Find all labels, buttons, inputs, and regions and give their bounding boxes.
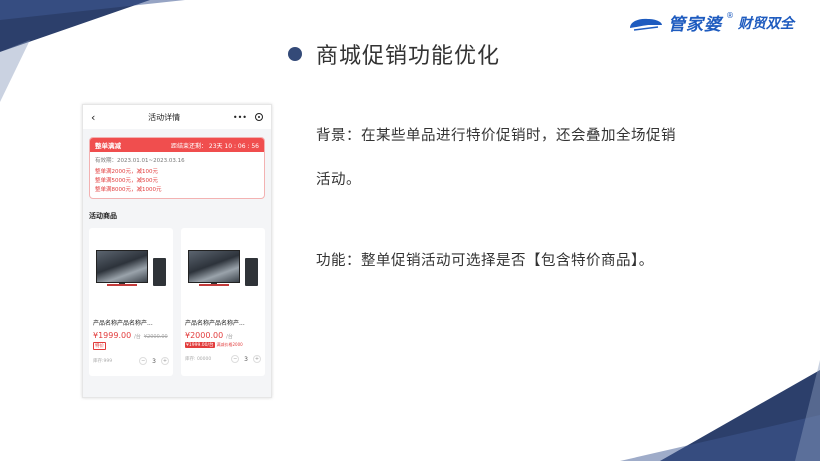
slide-title-row: 商城促销功能优化 bbox=[288, 38, 500, 70]
countdown-value: 23天 10 : 06 : 56 bbox=[208, 142, 259, 150]
bottom-right-decoration bbox=[620, 360, 820, 461]
product-tags: 特价 bbox=[93, 342, 169, 350]
product-price-row: ¥2000.00 /台 bbox=[185, 331, 261, 340]
quantity-value: 3 bbox=[244, 355, 248, 363]
phone-screenshot: ‹ 活动详情 ••• 整单满减 距结束还剩： 23天 10 : 06 : 56 … bbox=[82, 104, 272, 398]
quantity-stepper: − 3 + bbox=[231, 355, 261, 363]
promo-header: 整单满减 距结束还剩： 23天 10 : 06 : 56 bbox=[90, 138, 264, 152]
phone-page-title: 活动详情 bbox=[148, 112, 181, 122]
discount-note: 满减价格2000 bbox=[216, 342, 243, 347]
title-bullet-icon bbox=[288, 47, 302, 61]
quantity-value: 3 bbox=[152, 357, 156, 365]
product-image bbox=[93, 240, 169, 306]
product-list: 产品名称产品名称产... ¥1999.00 /台 ¥2000.00 特价 库存:… bbox=[83, 228, 271, 376]
promo-rule: 整单满5000元，减500元 bbox=[95, 178, 158, 184]
quantity-stepper: − 3 + bbox=[139, 357, 169, 365]
background-text-line2: 活动。 bbox=[316, 172, 361, 188]
product-price: ¥1999.00 bbox=[93, 331, 132, 340]
slide-title: 商城促销功能优化 bbox=[316, 44, 501, 69]
function-text: 功能：整单促销活动可选择是否【包含特价商品】。 bbox=[316, 253, 654, 269]
close-record-icon[interactable] bbox=[255, 113, 263, 121]
plus-button[interactable]: + bbox=[253, 355, 261, 363]
promo-body: 有效期：2023.01.01~2023.03.16 整单满2000元，减100元… bbox=[90, 152, 264, 198]
section-title: 活动商品 bbox=[89, 212, 117, 220]
minus-button[interactable]: − bbox=[231, 355, 240, 363]
top-left-decoration bbox=[0, 0, 185, 102]
product-unit: /台 bbox=[134, 334, 141, 340]
stock-text: 库存:999 bbox=[93, 359, 113, 364]
product-card[interactable]: 产品名称产品名称产... ¥1999.00 /台 ¥2000.00 特价 库存:… bbox=[89, 228, 173, 376]
promo-rule: 整单满2000元，减100元 bbox=[95, 169, 158, 175]
special-price-tag: ¥1999.00/台 bbox=[185, 342, 215, 348]
logo-slogan: 财贸双全 bbox=[738, 15, 794, 32]
special-price-tag: 特价 bbox=[93, 342, 106, 350]
stock-row: 库存: 00000 − 3 + bbox=[185, 355, 261, 363]
chevron-left-icon[interactable]: ‹ bbox=[91, 111, 95, 124]
stock-text: 库存: 00000 bbox=[185, 357, 212, 362]
product-unit: /台 bbox=[226, 334, 233, 340]
product-old-price: ¥2000.00 bbox=[143, 334, 168, 340]
background-text-line1: 背景：在某些单品进行特价促销时，还会叠加全场促销 bbox=[316, 128, 676, 144]
promo-countdown: 距结束还剩： 23天 10 : 06 : 56 bbox=[171, 141, 259, 150]
logo-brand-text: 管家婆 bbox=[668, 15, 722, 35]
minus-button[interactable]: − bbox=[139, 357, 148, 365]
brand-logo: 管家婆 ® 财贸双全 bbox=[628, 10, 794, 35]
miniapp-controls: ••• bbox=[233, 113, 263, 122]
promo-period: 有效期：2023.01.01~2023.03.16 bbox=[95, 158, 185, 164]
stock-row: 库存:999 − 3 + bbox=[93, 357, 169, 365]
logo-registered-mark: ® bbox=[726, 11, 734, 20]
more-icon[interactable]: ••• bbox=[233, 113, 247, 122]
product-price: ¥2000.00 bbox=[185, 331, 224, 340]
product-name: 产品名称产品名称产... bbox=[185, 320, 245, 327]
cloud-logo-icon bbox=[630, 18, 662, 31]
product-price-row: ¥1999.00 /台 ¥2000.00 bbox=[93, 331, 169, 340]
promo-rule: 整单满8000元，减1000元 bbox=[95, 187, 162, 193]
phone-nav-bar: ‹ 活动详情 ••• bbox=[83, 105, 271, 129]
plus-button[interactable]: + bbox=[161, 357, 169, 365]
promo-name: 整单满减 bbox=[95, 142, 121, 150]
product-tags: ¥1999.00/台 满减价格2000 bbox=[185, 342, 261, 348]
promo-card: 整单满减 距结束还剩： 23天 10 : 06 : 56 有效期：2023.01… bbox=[89, 137, 265, 199]
product-name: 产品名称产品名称产... bbox=[93, 320, 153, 327]
countdown-label: 距结束还剩： bbox=[170, 142, 207, 150]
product-image bbox=[185, 240, 261, 306]
product-card[interactable]: 产品名称产品名称产... ¥2000.00 /台 ¥1999.00/台 满减价格… bbox=[181, 228, 265, 376]
